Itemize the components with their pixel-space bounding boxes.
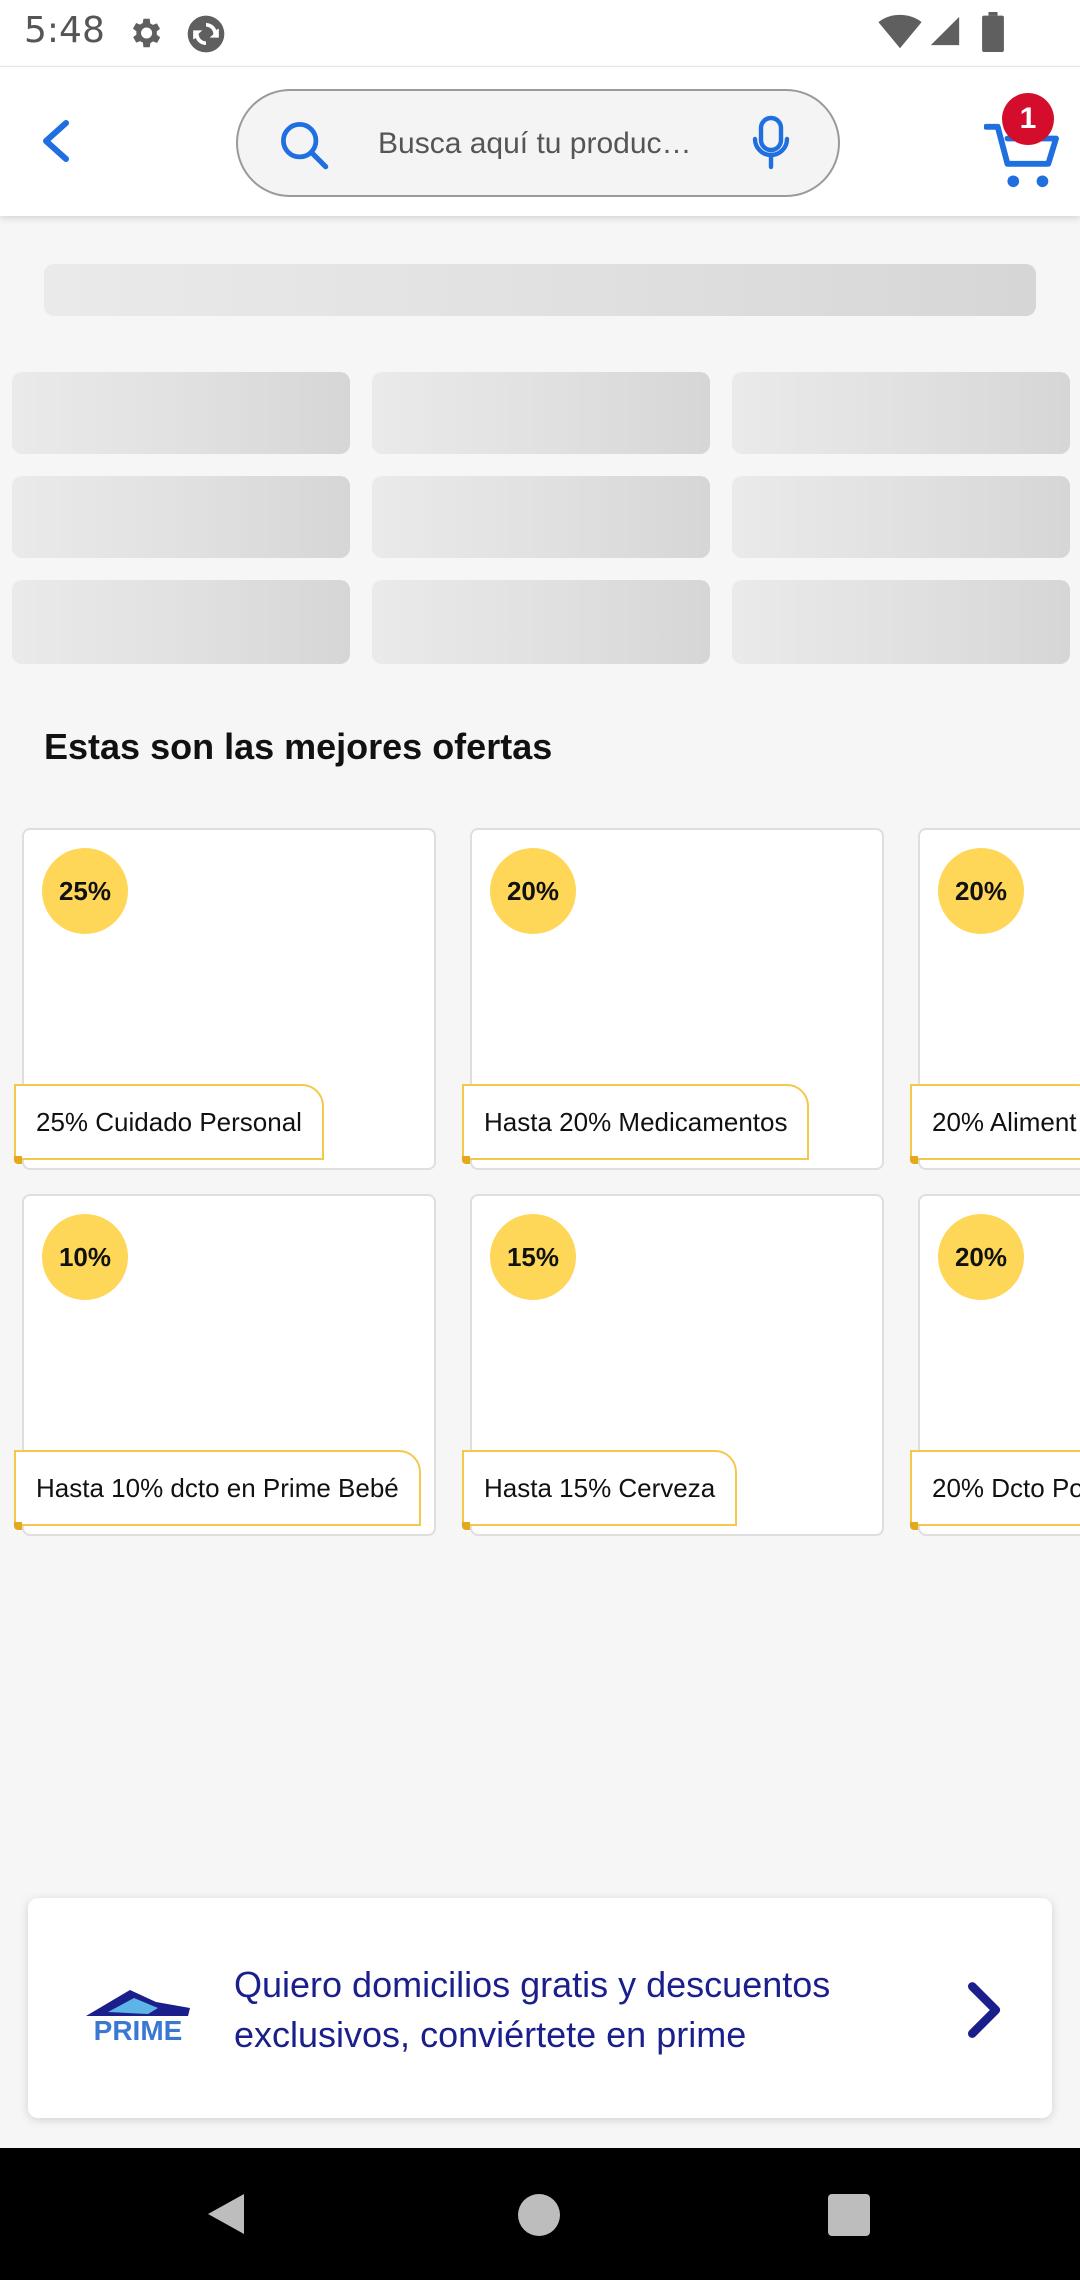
prime-banner[interactable]: PRIME Quiero domicilios gratis y descuen… <box>28 1898 1052 2118</box>
discount-badge: 20% <box>938 1214 1024 1300</box>
discount-badge: 10% <box>42 1214 128 1300</box>
chevron-left-icon <box>43 120 69 162</box>
skeleton-category <box>12 372 350 454</box>
skeleton-category <box>732 580 1070 664</box>
microphone-icon[interactable] <box>748 115 794 171</box>
offer-card[interactable]: 20% Hasta 20% Medicamentos <box>462 828 884 1170</box>
offer-label: Hasta 10% dcto en Prime Bebé <box>14 1450 421 1530</box>
skeleton-category <box>732 476 1070 558</box>
skeleton-banner <box>44 264 1036 316</box>
cart-count-badge: 1 <box>1002 93 1054 145</box>
back-button[interactable] <box>30 115 82 167</box>
skeleton-category <box>372 372 710 454</box>
prime-banner-text: Quiero domicilios gratis y descuentos ex… <box>234 1960 914 2060</box>
search-icon[interactable] <box>278 119 330 171</box>
offer-card[interactable]: 20% 20% Aliment <box>910 828 1080 1170</box>
status-time: 5:48 <box>24 10 105 51</box>
offer-label: 20% Aliment <box>910 1084 1080 1164</box>
offer-card[interactable]: 25% 25% Cuidado Personal <box>14 828 436 1170</box>
offer-label: Hasta 15% Cerveza <box>462 1450 738 1530</box>
search-input[interactable] <box>378 121 708 167</box>
offer-label: 20% Dcto Po <box>910 1450 1080 1530</box>
prime-logo: PRIME <box>86 1990 190 2044</box>
system-nav-bar <box>0 2148 1080 2280</box>
discount-badge: 25% <box>42 848 128 934</box>
offers-section-title: Estas son las mejores ofertas <box>44 726 553 767</box>
search-bar[interactable] <box>236 89 840 197</box>
discount-badge: 20% <box>490 848 576 934</box>
offers-carousel[interactable]: 25% 25% Cuidado Personal 20% Hasta 20% M… <box>0 826 1080 1538</box>
back-triangle-icon[interactable] <box>204 2190 248 2238</box>
discount-badge: 20% <box>938 848 1024 934</box>
offer-card[interactable]: 15% Hasta 15% Cerveza <box>462 1194 884 1536</box>
offer-label: Hasta 20% Medicamentos <box>462 1084 810 1164</box>
prime-logo-text: PRIME <box>94 2015 183 2044</box>
skeleton-category <box>372 580 710 664</box>
gear-icon <box>132 18 161 48</box>
offer-card[interactable]: 10% Hasta 10% dcto en Prime Bebé <box>14 1194 436 1536</box>
sync-icon <box>187 15 225 53</box>
battery-icon <box>982 12 1004 52</box>
wifi-icon <box>878 14 922 49</box>
prime-banner-line1: Quiero domicilios gratis y descuentos <box>234 1964 831 2005</box>
offer-label: 25% Cuidado Personal <box>14 1084 324 1164</box>
signal-icon <box>930 16 960 46</box>
home-circle-icon[interactable] <box>518 2194 560 2236</box>
offer-card[interactable]: 20% 20% Dcto Po <box>910 1194 1080 1536</box>
skeleton-category <box>12 580 350 664</box>
skeleton-category <box>12 476 350 558</box>
skeleton-category <box>372 476 710 558</box>
status-bar: 5:48 <box>0 0 1080 66</box>
discount-badge: 15% <box>490 1214 576 1300</box>
skeleton-category <box>732 372 1070 454</box>
top-header: 1 <box>0 66 1080 216</box>
chevron-right-icon[interactable] <box>958 1980 1008 2040</box>
recents-square-icon[interactable] <box>828 2194 870 2236</box>
prime-banner-line2: exclusivos, conviértete en prime <box>234 2014 747 2055</box>
